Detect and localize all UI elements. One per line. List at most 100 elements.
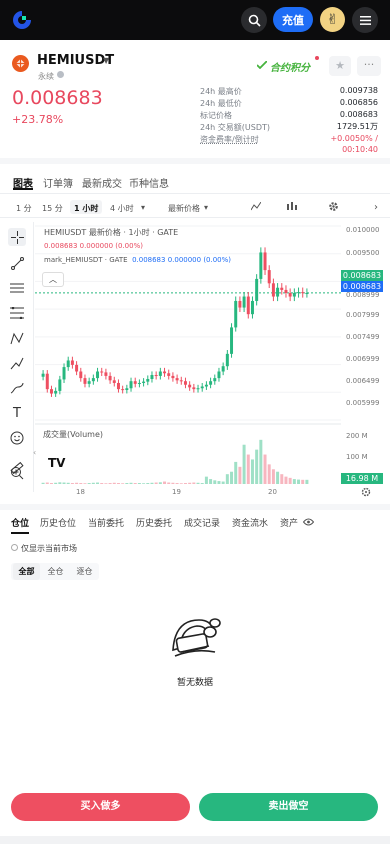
candle-body <box>87 381 91 384</box>
stat-label-funding[interactable]: 资金费率/倒计时 <box>200 134 259 145</box>
volume-bar <box>142 483 146 484</box>
pattern-icon[interactable] <box>8 329 26 347</box>
volume-label: 成交量(Volume) <box>43 430 103 439</box>
candle-body <box>250 300 254 315</box>
volume-bar <box>158 482 162 484</box>
tab-orderbook[interactable]: 订单簿 <box>43 175 73 190</box>
crosshair-icon[interactable] <box>8 228 26 246</box>
emoji-icon[interactable] <box>8 429 26 447</box>
tab-coin-info[interactable]: 币种信息 <box>129 175 169 190</box>
tab-order-history[interactable]: 历史委托 <box>136 516 172 529</box>
last-price: 0.008683 <box>12 87 103 109</box>
volume-bar <box>242 444 246 484</box>
candle-body <box>91 378 95 382</box>
avatar[interactable]: ✌ <box>320 7 345 32</box>
path-icon[interactable] <box>8 354 26 372</box>
volume-bar <box>192 482 196 484</box>
volume-bar <box>196 482 200 484</box>
chevron-down-icon[interactable]: ▼ <box>103 56 109 65</box>
horizontal-lines-icon[interactable] <box>8 279 26 297</box>
volume-bar <box>284 476 288 484</box>
text-tool-icon[interactable]: T <box>8 404 26 422</box>
fib-icon[interactable] <box>8 304 26 322</box>
interval-1m[interactable]: 1 分 <box>16 203 32 214</box>
only-current-checkbox[interactable] <box>11 544 18 551</box>
chevron-down-icon[interactable]: ▾ <box>204 203 208 212</box>
volume-bar <box>62 482 66 484</box>
candle-body <box>292 293 296 297</box>
chart-mark-info: mark_HEMIUSDT · GATE 0.008683 0.000000 (… <box>44 256 231 264</box>
buy-long-button[interactable]: 买入做多 <box>11 793 190 821</box>
interval-1h[interactable]: 1 小时 <box>74 203 98 214</box>
tab-funding-flow[interactable]: 资金流水 <box>232 516 268 529</box>
stat-label-high: 24h 最高价 <box>200 87 242 96</box>
volume-bar <box>171 482 175 484</box>
volume-bar <box>129 482 133 484</box>
search-icon[interactable] <box>241 7 267 33</box>
trend-line-icon[interactable] <box>8 254 26 272</box>
candle-body <box>112 380 116 383</box>
price-type-select[interactable]: 最新价格 <box>168 203 200 214</box>
filter-cross[interactable]: 全仓 <box>42 563 69 580</box>
candle-type-icon[interactable] <box>286 201 297 212</box>
menu-icon[interactable] <box>352 7 378 33</box>
volume-bar <box>238 466 242 484</box>
volume-bar <box>213 480 217 484</box>
y-tick: 0.006999 <box>346 355 380 363</box>
tab-trades[interactable]: 最新成交 <box>82 175 122 190</box>
candle-body <box>66 360 70 368</box>
more-icon[interactable]: ··· <box>357 56 381 76</box>
interval-4h[interactable]: 4 小时 <box>110 203 134 214</box>
tab-trade-history[interactable]: 成交记录 <box>184 516 220 529</box>
y-tick: 0.010000 <box>346 226 380 234</box>
candle-body <box>204 384 208 387</box>
collapse-legend-button[interactable]: ︿ <box>42 272 64 287</box>
deposit-button[interactable]: 充值 <box>273 7 313 32</box>
tab-open-orders[interactable]: 当前委托 <box>88 516 124 529</box>
candle-body <box>116 382 120 390</box>
candle-body <box>171 375 175 379</box>
tab-position-history[interactable]: 历史仓位 <box>40 516 76 529</box>
tab-underline <box>11 532 29 534</box>
candle-body <box>104 372 108 376</box>
eye-icon[interactable] <box>303 518 314 526</box>
sell-short-button[interactable]: 卖出做空 <box>199 793 378 821</box>
top-bar: 充值 ✌ <box>0 0 390 40</box>
stat-value-turnover: 1729.51万 <box>336 122 378 131</box>
section-separator <box>0 504 390 510</box>
candle-body <box>297 292 301 294</box>
favorite-star-icon[interactable]: ★ <box>329 56 351 76</box>
gate-logo-icon[interactable] <box>11 9 33 31</box>
candle-body <box>58 379 62 391</box>
volume-bar <box>263 454 267 484</box>
candle-body <box>142 381 146 383</box>
zoom-in-icon[interactable] <box>8 464 26 482</box>
filter-isolated[interactable]: 逐仓 <box>71 563 98 580</box>
volume-last-label: 16.98 M <box>341 473 383 484</box>
only-current-label[interactable]: 仅显示当前市场 <box>21 543 77 554</box>
volume-tick: 200 M <box>346 432 368 440</box>
filter-all[interactable]: 全部 <box>13 563 40 580</box>
tab-positions[interactable]: 仓位 <box>11 516 29 529</box>
info-icon[interactable] <box>57 71 64 78</box>
candle-body <box>129 381 133 389</box>
chevron-right-icon[interactable]: › <box>374 202 378 213</box>
candle-body <box>108 375 112 381</box>
chart-settings-icon[interactable] <box>361 487 371 497</box>
indicator-icon[interactable] <box>251 202 261 212</box>
volume-bar <box>183 483 187 484</box>
volume-bar <box>297 479 301 484</box>
interval-15m[interactable]: 15 分 <box>42 203 63 214</box>
candle-body <box>163 371 167 374</box>
candle-body <box>276 287 280 297</box>
tab-assets[interactable]: 资产 <box>280 516 298 529</box>
contract-points-label[interactable]: 合约积分 <box>270 59 310 74</box>
volume-bar <box>200 483 204 484</box>
mark-price-label: 0.008683 <box>341 281 383 292</box>
brush-icon[interactable] <box>8 379 26 397</box>
settings-gear-icon[interactable] <box>328 201 339 212</box>
candle-body <box>83 378 87 384</box>
volume-bar <box>267 464 271 484</box>
chevron-down-icon[interactable]: ▾ <box>141 203 145 212</box>
candle-body <box>221 366 225 372</box>
